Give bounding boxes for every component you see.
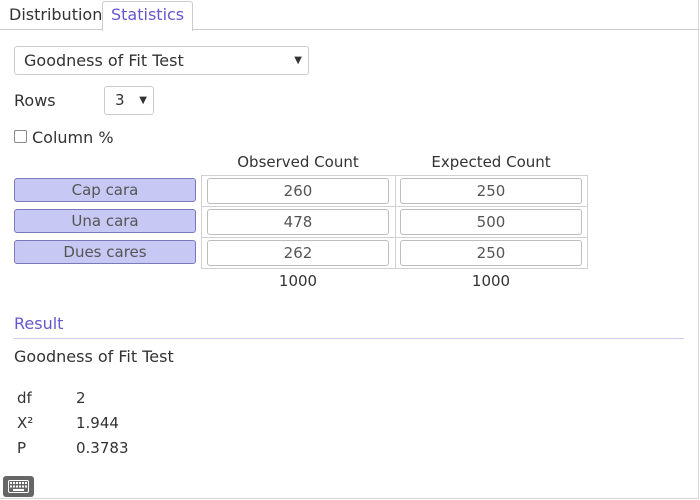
dropdown-arrow-icon: ▼ xyxy=(139,95,147,106)
tab-bar: Distribution Statistics xyxy=(0,0,699,31)
expected-count-input[interactable]: 250 xyxy=(400,178,582,204)
grid-divider xyxy=(395,176,396,268)
observed-count-input[interactable]: 262 xyxy=(207,240,389,266)
expected-total: 1000 xyxy=(471,272,511,290)
result-heading: Result xyxy=(14,314,64,333)
stat-value-p: 0.3783 xyxy=(76,439,129,457)
expected-count-header: Expected Count xyxy=(431,153,551,171)
stat-label-chi-square: X² xyxy=(17,414,34,432)
rows-label: Rows xyxy=(14,91,56,110)
row-label-una-cara[interactable]: Una cara xyxy=(14,209,196,233)
test-type-value: Goodness of Fit Test xyxy=(24,51,184,70)
column-percent-label: Column % xyxy=(32,128,114,147)
tab-distribution[interactable]: Distribution xyxy=(0,1,111,31)
dropdown-arrow-icon: ▼ xyxy=(294,55,302,66)
column-percent-checkbox[interactable] xyxy=(14,130,27,143)
grid-divider xyxy=(202,237,587,238)
stat-label-p: P xyxy=(17,439,27,457)
expected-count-input[interactable]: 250 xyxy=(400,240,582,266)
row-label-dues-cares[interactable]: Dues cares xyxy=(14,240,196,264)
statistics-panel: Distribution Statistics Goodness of Fit … xyxy=(0,0,699,499)
stat-label-df: df xyxy=(17,389,32,407)
observed-total: 1000 xyxy=(278,272,318,290)
result-divider xyxy=(14,338,684,339)
observed-count-input[interactable]: 478 xyxy=(207,209,389,235)
keyboard-icon xyxy=(8,480,29,493)
rows-select[interactable]: 3 ▼ xyxy=(104,86,154,115)
tab-statistics[interactable]: Statistics xyxy=(102,1,194,31)
stat-value-chi-square: 1.944 xyxy=(76,414,119,432)
grid-divider xyxy=(202,206,587,207)
stat-value-df: 2 xyxy=(76,389,86,407)
expected-count-input[interactable]: 500 xyxy=(400,209,582,235)
keyboard-button[interactable] xyxy=(3,476,34,497)
result-test-name: Goodness of Fit Test xyxy=(14,347,174,366)
row-label-cap-cara[interactable]: Cap cara xyxy=(14,178,196,202)
test-type-select[interactable]: Goodness of Fit Test ▼ xyxy=(14,46,309,75)
observed-count-input[interactable]: 260 xyxy=(207,178,389,204)
observed-count-header: Observed Count xyxy=(237,153,359,171)
rows-value: 3 xyxy=(115,91,125,109)
